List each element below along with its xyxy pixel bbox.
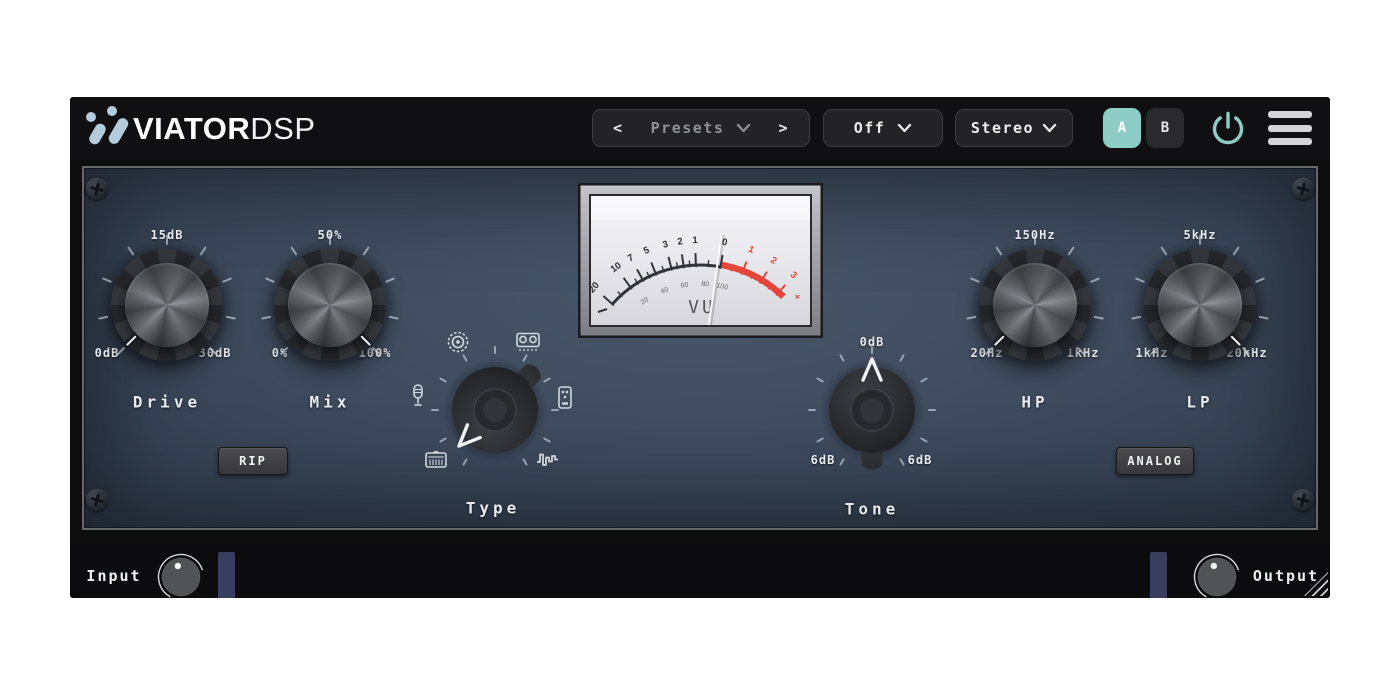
power-button[interactable] <box>1208 108 1248 148</box>
viator-logo-icon <box>82 105 128 151</box>
screw-icon <box>86 178 108 200</box>
brand-title: VIATORDSP <box>133 97 316 160</box>
mix-knob[interactable] <box>263 238 397 372</box>
preset-next-button[interactable]: > <box>774 119 793 137</box>
off-dropdown-value: Off <box>854 119 886 137</box>
faceplate-panel: 15dB 0dB 30dB Drive 50% 0% 100% <box>82 166 1318 530</box>
hp-knob[interactable] <box>968 238 1102 372</box>
microphone-icon <box>405 383 431 413</box>
stereo-dropdown[interactable]: Stereo <box>955 109 1073 147</box>
output-label: Output <box>1253 567 1319 585</box>
type-selector-knob[interactable] <box>430 345 560 475</box>
screw-icon <box>1292 489 1314 511</box>
lp-knob[interactable] <box>1133 238 1267 372</box>
ab-compare-b-button[interactable]: B <box>1146 108 1184 148</box>
brand-bold: VIATOR <box>133 111 250 147</box>
tone-label: Tone <box>845 500 900 519</box>
brand-light: DSP <box>250 111 315 147</box>
stereo-dropdown-value: Stereo <box>971 119 1034 137</box>
hp-label: HP <box>1021 393 1048 412</box>
input-gain-knob[interactable] <box>156 551 206 598</box>
svg-text:80: 80 <box>701 281 709 288</box>
output-gain-knob[interactable] <box>1192 551 1242 598</box>
drive-knob[interactable] <box>100 238 234 372</box>
vu-meter: 20 10 7 5 3 2 1 0 1 2 3 <box>578 183 823 338</box>
main-area: 15dB 0dB 30dB Drive 50% 0% 100% <box>70 160 1330 545</box>
mix-label: Mix <box>310 393 351 412</box>
screw-icon <box>86 489 108 511</box>
top-bar: VIATORDSP < Presets > Off Stereo A B <box>70 97 1330 160</box>
menu-icon <box>1268 111 1312 118</box>
input-label: Input <box>86 567 141 585</box>
input-level-meter <box>218 552 235 598</box>
preset-prev-button[interactable]: < <box>609 119 628 137</box>
plugin-window: VIATORDSP < Presets > Off Stereo A B <box>70 97 1330 598</box>
screw-icon <box>1292 178 1314 200</box>
bottom-bar: Input Output <box>70 545 1330 598</box>
presets-control: < Presets > <box>592 109 810 147</box>
lp-label: LP <box>1186 393 1213 412</box>
chevron-down-icon <box>1042 123 1057 133</box>
power-icon <box>1208 108 1248 148</box>
analog-button[interactable]: ANALOG <box>1116 447 1194 475</box>
svg-text:60: 60 <box>680 282 689 290</box>
rip-button[interactable]: RIP <box>218 447 288 475</box>
menu-button[interactable] <box>1268 111 1312 145</box>
presets-label: Presets <box>651 119 725 137</box>
output-level-meter <box>1150 552 1167 598</box>
chevron-down-icon <box>897 123 912 133</box>
drive-label: Drive <box>133 393 201 412</box>
presets-dropdown[interactable]: Presets <box>651 119 752 137</box>
off-dropdown[interactable]: Off <box>823 109 943 147</box>
type-label: Type <box>466 499 521 518</box>
tone-knob[interactable] <box>807 345 937 475</box>
ab-compare-a-button[interactable]: A <box>1103 108 1141 148</box>
chevron-down-icon <box>736 123 751 133</box>
